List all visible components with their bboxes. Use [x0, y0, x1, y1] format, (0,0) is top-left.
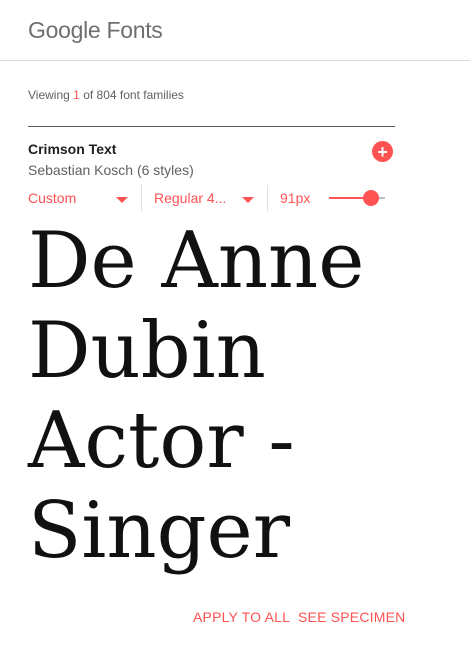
see-specimen-button[interactable]: SEE SPECIMEN [298, 609, 405, 625]
results-summary: Viewing 1 of 804 font families [28, 88, 184, 102]
font-size-slider-thumb[interactable] [363, 190, 379, 206]
font-size-slider-rest [379, 197, 385, 199]
style-select[interactable]: Regular 4... [154, 183, 258, 213]
font-name[interactable]: Crimson Text [28, 141, 116, 157]
preview-line: Singer [28, 486, 290, 576]
viewing-suffix: of 804 font families [83, 88, 184, 102]
viewing-prefix: Viewing [28, 88, 70, 102]
preview-line: De Anne [28, 216, 365, 306]
preview-line: Dubin [28, 306, 266, 396]
viewing-count: 1 [73, 88, 80, 102]
add-font-button[interactable]: + [372, 141, 393, 162]
style-select-value: Regular 4... [154, 190, 227, 206]
font-controls: Custom Regular 4... 91px [28, 183, 395, 213]
font-author: Sebastian Kosch (6 styles) [28, 162, 194, 178]
chevron-down-icon [242, 197, 254, 203]
font-size-label: 91px [280, 190, 311, 206]
plus-icon: + [377, 141, 388, 162]
sentence-select[interactable]: Custom [28, 183, 132, 213]
sentence-select-value: Custom [28, 190, 77, 206]
app-header: Google Fonts [0, 0, 470, 61]
card-actions: APPLY TO ALL SEE SPECIMEN [0, 609, 405, 629]
chevron-down-icon [116, 197, 128, 203]
google-fonts-logo[interactable]: Google Fonts [28, 17, 163, 44]
preview-line: Actor - [28, 396, 295, 486]
font-card: Crimson Text Sebastian Kosch (6 styles) … [28, 126, 395, 211]
divider [267, 185, 268, 211]
font-preview-text[interactable]: De Anne Dubin Actor - Singer [28, 216, 448, 576]
divider [141, 185, 142, 211]
apply-to-all-button[interactable]: APPLY TO ALL [193, 609, 290, 625]
